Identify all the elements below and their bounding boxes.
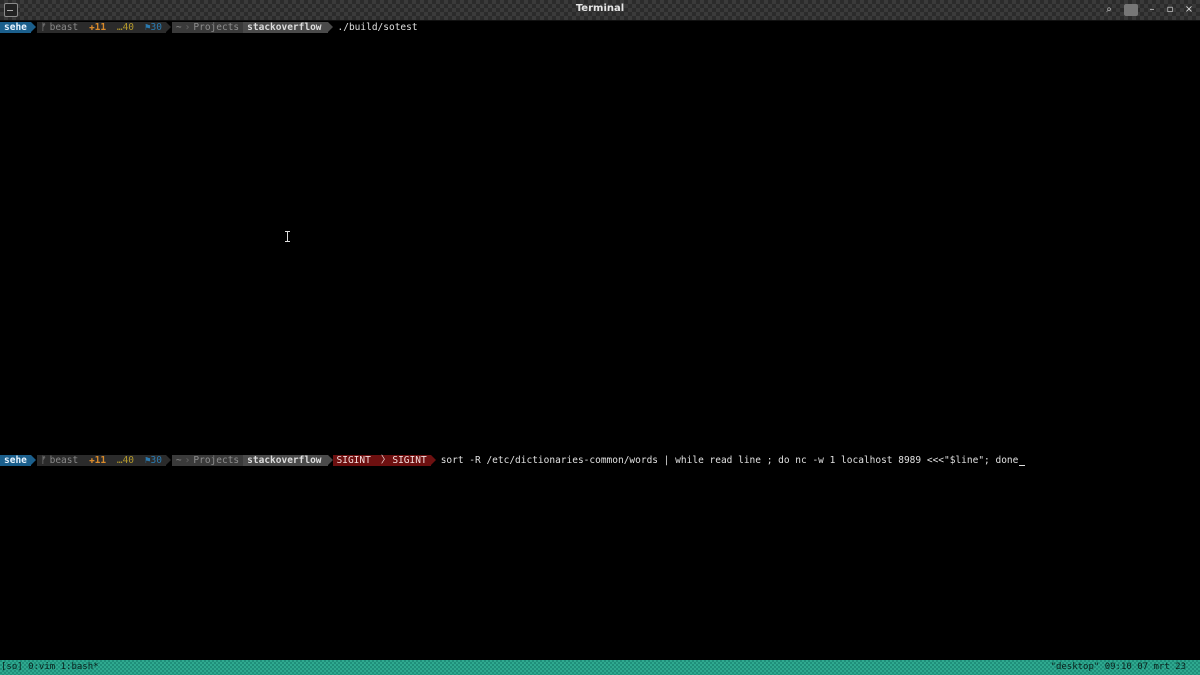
git-added-count: ✚11: [88, 455, 107, 466]
command-text: sort -R /etc/dictionaries-common/words |…: [440, 455, 1019, 466]
path-home: ~: [175, 22, 182, 33]
path-separator: ›: [184, 22, 191, 33]
prompt-path: ~ › Projects: [171, 22, 244, 33]
prompt-line-2[interactable]: sehe ᚠ beast ✚11 …40 ⚑30 ~ › Projects stack…: [0, 455, 1026, 466]
signal-segment-1: SIGINT: [332, 455, 375, 466]
prompt-line-1: sehe ᚠ beast ✚11 …40 ⚑30 ~ › Projects stack…: [0, 22, 418, 33]
tmux-status-bar: [so] 0:vim 1:bash* "desktop" 09:10 07 mr…: [0, 660, 1200, 675]
text-cursor-icon: [284, 231, 290, 242]
prompt-user: sehe: [0, 455, 36, 466]
window-title: Terminal: [575, 3, 625, 14]
git-branch-icon: ᚠ: [40, 22, 47, 33]
command-input[interactable]: sort -R /etc/dictionaries-common/words |…: [441, 455, 1026, 466]
prompt-git-segment: ᚠ beast ✚11 …40 ⚑30: [36, 22, 171, 33]
git-branch-icon: ᚠ: [40, 455, 47, 466]
path-projects: Projects: [193, 455, 240, 466]
tmux-status-right: "desktop" 09:10 07 mrt 23: [1050, 662, 1186, 672]
git-added-count: ✚11: [88, 22, 107, 33]
prompt-user: sehe: [0, 22, 36, 33]
path-home: ~: [175, 455, 182, 466]
prompt-git-segment: ᚠ beast ✚11 …40 ⚑30: [36, 455, 171, 466]
git-behind-count: ⚑30: [144, 22, 162, 33]
search-icon[interactable]: ⌕: [1103, 4, 1115, 16]
command-text: ./build/sotest: [337, 22, 418, 33]
prompt-path: ~ › Projects: [171, 455, 244, 466]
git-branch-name: beast: [49, 22, 79, 33]
prompt-cwd: stackoverflow: [243, 22, 333, 33]
git-branch-name: beast: [49, 455, 79, 466]
signal-segment-2: 〉 SIGINT: [374, 455, 436, 466]
git-behind-count: ⚑30: [144, 455, 162, 466]
path-projects: Projects: [193, 22, 240, 33]
signal-label: SIGINT: [392, 455, 427, 466]
window-titlebar[interactable]: Terminal ⌕ – ▫ ×: [0, 0, 1200, 21]
minimize-button[interactable]: –: [1146, 4, 1158, 16]
chevron-right-icon: 〉: [380, 455, 391, 466]
git-ahead-count: …40: [116, 22, 135, 33]
maximize-button[interactable]: ▫: [1164, 4, 1176, 16]
prompt-cwd: stackoverflow: [243, 455, 333, 466]
close-button[interactable]: ×: [1183, 4, 1195, 16]
menu-button[interactable]: [1124, 4, 1138, 16]
git-ahead-count: …40: [116, 455, 135, 466]
path-separator: ›: [184, 455, 191, 466]
tmux-window-list[interactable]: [so] 0:vim 1:bash*: [1, 660, 99, 675]
text-cursor: [1019, 465, 1026, 466]
